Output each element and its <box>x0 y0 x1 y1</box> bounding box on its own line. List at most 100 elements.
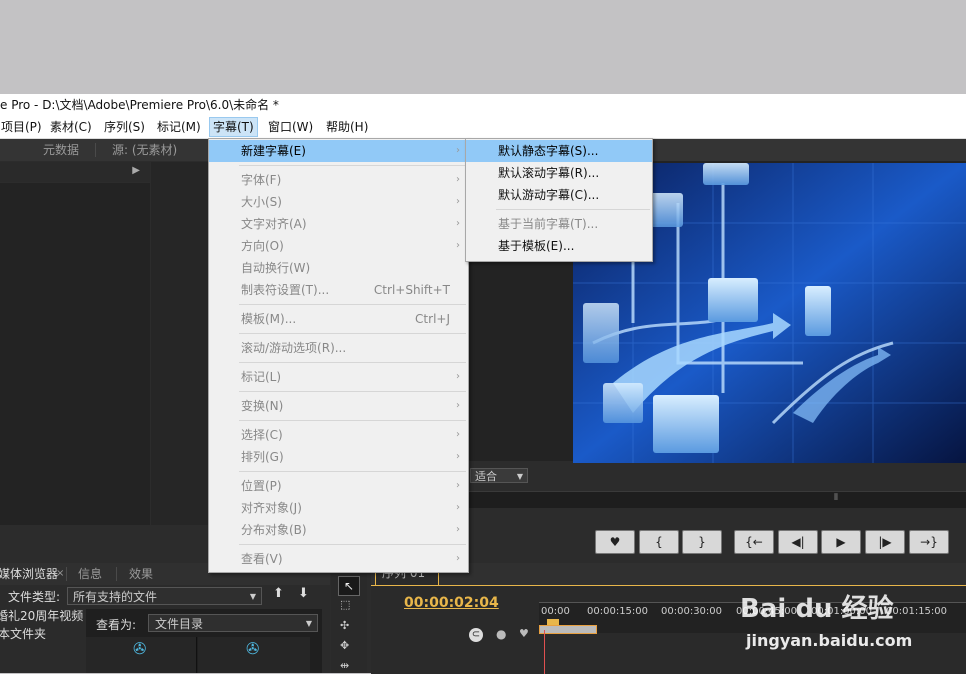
menu-item-default-roll[interactable]: 默认滚动字幕(R)... <box>466 162 652 184</box>
source-header: ▶ <box>0 162 150 182</box>
view-as-select[interactable]: 文件目录 ▼ <box>148 614 318 632</box>
track-select-tool-icon[interactable]: ⬚ <box>340 598 350 611</box>
play-button[interactable]: ▶ <box>821 530 861 554</box>
timecode-display[interactable]: 00:00:02:04 <box>404 595 499 611</box>
add-marker-icon[interactable]: ♥ <box>519 627 529 640</box>
menu-clip[interactable]: 素材(C) <box>47 118 95 136</box>
title-menu: 新建字幕(E) › 字体(F) › 大小(S) › 文字对齐(A) › 方向(O) › 自… <box>208 138 469 573</box>
menu-item-new-title[interactable]: 新建字幕(E) › <box>209 140 468 162</box>
chevron-right-icon: › <box>456 502 460 513</box>
menu-item-size[interactable]: 大小(S) › <box>209 191 468 213</box>
work-area-bar[interactable] <box>539 625 597 634</box>
tab-media-browser[interactable]: 媒体浏览器 <box>0 563 58 585</box>
menu-item-view[interactable]: 查看(V) › <box>209 548 468 570</box>
new-title-submenu: 默认静态字幕(S)... 默认滚动字幕(R)... 默认游动字幕(C)... 基… <box>465 138 653 262</box>
chevron-right-icon: › <box>456 145 460 156</box>
chevron-right-icon: › <box>456 451 460 462</box>
chevron-down-icon: ▼ <box>516 472 523 481</box>
go-to-out-button[interactable]: →} <box>909 530 949 554</box>
rolling-edit-tool-icon[interactable]: ✥ <box>340 639 349 652</box>
chevron-right-icon: › <box>456 480 460 491</box>
view-as-value: 文件目录 <box>155 617 204 631</box>
menu-item-roll-crawl[interactable]: 滚动/游动选项(R)... <box>209 337 468 359</box>
zoom-fit-value: 适合 <box>475 470 497 483</box>
menu-item-word-wrap[interactable]: 自动换行(W) <box>209 257 468 279</box>
tab-info[interactable]: 信息 <box>78 563 102 585</box>
add-marker-button[interactable]: ♥ <box>595 530 635 554</box>
tree-item[interactable]: 婚礼20周年视频 <box>0 607 83 624</box>
ruler-label: 00:01:15:00 <box>886 606 948 617</box>
mark-out-button[interactable]: } <box>682 530 722 554</box>
rate-stretch-tool-icon[interactable]: ⇹ <box>340 659 349 672</box>
chevron-right-icon: › <box>456 524 460 535</box>
tools-panel: ↖ ⬚ ✣ ✥ ⇹ <box>331 573 367 673</box>
tab-effects[interactable]: 效果 <box>129 563 153 585</box>
selection-tool-icon[interactable]: ↖ <box>338 576 360 596</box>
window-title: e Pro - D:\文档\Adobe\Premiere Pro\6.0\未命名… <box>0 98 279 112</box>
menu-item-text-align[interactable]: 文字对齐(A) › <box>209 213 468 235</box>
chevron-right-icon: › <box>456 400 460 411</box>
snap-icon[interactable]: ⊂ <box>469 628 483 642</box>
menu-item-font[interactable]: 字体(F) › <box>209 169 468 191</box>
scrub-handle-icon[interactable]: ⦀ <box>834 493 838 503</box>
file-type-label: 文件类型: <box>8 590 61 604</box>
watermark-url: jingyan.baidu.com <box>746 631 913 650</box>
film-reel-icon: ✇ <box>246 639 260 658</box>
arrow-up-icon[interactable]: ⬆ <box>273 586 284 601</box>
file-type-select[interactable]: 所有支持的文件 ▼ <box>67 587 262 605</box>
menu-project[interactable]: 项目(P) <box>0 118 45 136</box>
menu-help[interactable]: 帮助(H) <box>323 118 371 136</box>
menu-sequence[interactable]: 序列(S) <box>101 118 148 136</box>
source-right-pane <box>151 162 210 525</box>
menu-item-position[interactable]: 位置(P) › <box>209 475 468 497</box>
menu-item-transform[interactable]: 变换(N) › <box>209 395 468 417</box>
program-scrubber[interactable]: ⦀ <box>468 491 966 508</box>
file-type-value: 所有支持的文件 <box>73 590 158 604</box>
step-forward-button[interactable]: |▶ <box>865 530 905 554</box>
step-back-button[interactable]: ◀| <box>778 530 818 554</box>
menu-window[interactable]: 窗口(W) <box>265 118 316 136</box>
window-titlebar: e Pro - D:\文档\Adobe\Premiere Pro\6.0\未命名… <box>0 94 966 116</box>
menu-item-logo[interactable]: 标记(L) › <box>209 366 468 388</box>
menu-item-default-crawl[interactable]: 默认游动字幕(C)... <box>466 184 652 206</box>
tree-item[interactable]: 本文件夹 <box>0 625 46 642</box>
menu-item-templates[interactable]: 模板(M)... Ctrl+J <box>209 308 468 330</box>
mark-in-button[interactable]: { <box>639 530 679 554</box>
chevron-down-icon: ▼ <box>305 619 312 628</box>
tab-source[interactable]: 源: (无素材) <box>112 139 177 161</box>
media-browser-panel: 文件类型: 所有支持的文件 ▼ ⬆ ⬇ 婚礼20周年视频 本文件夹 查看为: 文… <box>0 585 330 673</box>
ripple-edit-tool-icon[interactable]: ✣ <box>340 619 349 632</box>
zoom-fit-select[interactable]: 适合 ▼ <box>470 468 528 483</box>
close-icon[interactable]: × <box>56 563 64 585</box>
file-thumb[interactable]: ✇ <box>86 637 197 673</box>
menu-item-based-on-current[interactable]: 基于当前字幕(T)... <box>466 213 652 235</box>
menu-item-select[interactable]: 选择(C) › <box>209 424 468 446</box>
view-as-label: 查看为: <box>96 618 137 632</box>
chevron-right-icon: › <box>456 429 460 440</box>
chevron-right-icon: › <box>456 240 460 251</box>
file-thumb[interactable]: ✇ <box>198 637 310 673</box>
go-to-in-button[interactable]: {← <box>734 530 774 554</box>
chevron-right-icon: › <box>456 371 460 382</box>
arrow-down-icon[interactable]: ⬇ <box>298 586 309 601</box>
source-left-pane <box>0 183 150 525</box>
menu-title[interactable]: 字幕(T) <box>209 117 258 137</box>
menu-marker[interactable]: 标记(M) <box>154 118 204 136</box>
source-tabbar: 元数据 源: (无素材) <box>0 139 210 161</box>
expand-arrow-icon[interactable]: ▶ <box>132 165 140 176</box>
ruler-label: 00:00 <box>541 606 570 617</box>
menu-item-distribute-objects[interactable]: 分布对象(B) › <box>209 519 468 541</box>
chevron-down-icon: ▼ <box>249 592 256 601</box>
menu-item-default-still[interactable]: 默认静态字幕(S)... <box>466 140 652 162</box>
marker-icon[interactable]: ● <box>496 627 506 641</box>
chevron-right-icon: › <box>456 196 460 207</box>
menu-item-align-objects[interactable]: 对齐对象(J) › <box>209 497 468 519</box>
desktop-background <box>0 0 966 94</box>
menu-item-based-on-template[interactable]: 基于模板(E)... <box>466 235 652 257</box>
menu-item-arrange[interactable]: 排列(G) › <box>209 446 468 468</box>
menu-item-tab-stops[interactable]: 制表符设置(T)... Ctrl+Shift+T <box>209 279 468 301</box>
tab-metadata[interactable]: 元数据 <box>43 139 79 161</box>
file-grid: 查看为: 文件目录 ▼ ✇ ✇ <box>86 609 322 673</box>
ruler-label: 00:00:30:00 <box>661 606 723 617</box>
menu-item-orientation[interactable]: 方向(O) › <box>209 235 468 257</box>
